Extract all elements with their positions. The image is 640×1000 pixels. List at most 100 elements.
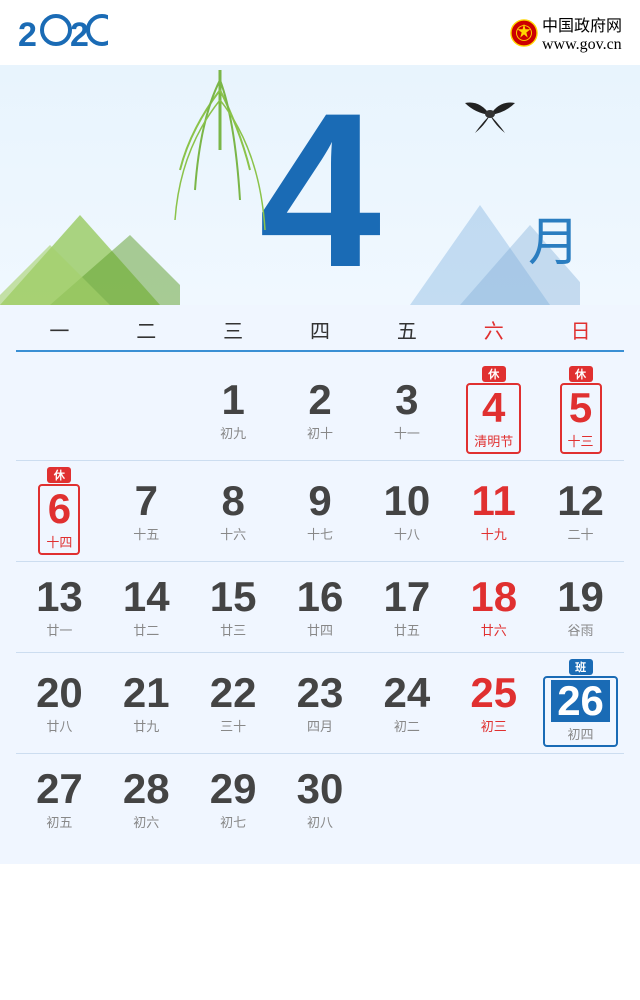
calendar-cell: 2初十 [277,360,364,460]
header-thu: 四 [277,315,364,344]
lunar-date: 廿一 [46,620,72,639]
lunar-date: 初七 [220,812,246,831]
calendar-cell: 3十一 [363,360,450,460]
lunar-date: 清明节 [474,431,513,450]
header: 2 2 中国政府网 www.gov.cn [0,0,640,65]
lunar-date: 初二 [394,716,420,735]
calendar-cell: 28 初六 [103,754,190,844]
lunar-date: 廿九 [133,716,159,735]
day-number: 13 [36,576,83,618]
lunar-date: 初十 [307,423,333,442]
calendar-cell: 14 廿二 [103,562,190,652]
lunar-date: 廿二 [133,620,159,639]
calendar-cell: 9 十七 [277,461,364,561]
calendar-cell [537,754,624,844]
gov-url: www.gov.cn [542,36,622,54]
lunar-date: 初八 [307,812,333,831]
day-number: 3 [395,379,418,421]
lunar-date: 廿五 [394,620,420,639]
day-number: 27 [36,768,83,810]
lunar-date: 初四 [568,724,594,743]
willow-decoration [160,70,280,250]
calendar-cell: 11十九 [450,461,537,561]
day-number: 9 [308,480,331,522]
calendar-cell: 18 廿六 [450,562,537,652]
calendar-cell: 22三十 [190,653,277,753]
lunar-date: 二十 [568,524,594,543]
header-fri: 五 [363,315,450,344]
month-hero: 4 月 [0,65,640,305]
lunar-date: 十九 [481,524,507,543]
day-number: 18 [470,576,517,618]
yue-char: 月 [528,200,580,275]
logo: 2 2 [18,12,108,57]
gov-branding: 中国政府网 www.gov.cn [510,12,622,54]
calendar-cell: 班 26 初四 [537,653,624,753]
calendar-cell: 7 十五 [103,461,190,561]
lunar-date: 十四 [46,532,72,551]
day-number: 1 [221,379,244,421]
holiday-badge: 休 [47,467,71,483]
calendar-cell: 20廿八 [16,653,103,753]
day-number: 7 [135,480,158,522]
calendar-grid: 1初九2初十3十一休4清明节休5十三休6十四7十五8十六9十七10十八11十九1… [16,360,624,844]
day-headers: 一 二 三 四 五 六 日 [16,305,624,352]
lunar-date: 初六 [133,812,159,831]
lunar-date: 初五 [46,812,72,831]
lunar-date: 廿八 [46,716,72,735]
lunar-date: 廿三 [220,620,246,639]
day-number: 10 [383,480,430,522]
calendar-cell: 休 6 十四 [16,461,103,561]
calendar-cell [450,754,537,844]
mountain-decoration-left [0,185,180,305]
svg-text:2: 2 [18,16,37,52]
lunar-date: 十七 [307,524,333,543]
header-tue: 二 [103,315,190,344]
calendar-cell: 10十八 [363,461,450,561]
day-number: 26 [551,680,610,722]
header-wed: 三 [190,315,277,344]
calendar-cell: 13 廿一 [16,562,103,652]
day-number: 14 [123,576,170,618]
work-badge: 班 [569,659,593,675]
national-emblem [510,19,538,47]
holiday-badge: 休 [569,366,593,382]
lunar-date: 廿六 [481,620,507,639]
calendar-cell: 15廿三 [190,562,277,652]
lunar-date: 谷雨 [568,620,594,639]
calendar-wrapper: 一 二 三 四 五 六 日 1初九2初十3十一休4清明节休5十三休6十四7十五8… [0,305,640,864]
day-number: 6 [48,488,71,530]
calendar-cell: 休4清明节 [450,360,537,460]
calendar-cell: 25初三 [450,653,537,753]
header-mon: 一 [16,315,103,344]
day-number: 29 [210,768,257,810]
calendar-cell: 1初九 [190,360,277,460]
day-number: 23 [297,672,344,714]
calendar-cell: 29 初七 [190,754,277,844]
swallow-decoration [460,95,520,135]
calendar-cell: 27 初五 [16,754,103,844]
svg-text:2: 2 [70,16,89,52]
lunar-date: 十五 [133,524,159,543]
lunar-date: 十三 [568,431,594,450]
day-number: 22 [210,672,257,714]
calendar-cell: 23 四月 [277,653,364,753]
calendar-cell: 16 廿四 [277,562,364,652]
calendar-cell [16,360,103,460]
day-number: 19 [557,576,604,618]
day-number: 25 [470,672,517,714]
calendar-cell: 17廿五 [363,562,450,652]
lunar-date: 廿四 [307,620,333,639]
day-number: 24 [383,672,430,714]
header-sun: 日 [537,315,624,344]
calendar-cell: 休 5 十三 [537,360,624,460]
day-number: 16 [297,576,344,618]
header-sat: 六 [450,315,537,344]
day-number: 28 [123,768,170,810]
day-number: 8 [221,480,244,522]
day-number: 5 [569,387,592,429]
day-number: 21 [123,672,170,714]
day-number: 4 [482,387,505,429]
lunar-date: 四月 [307,716,333,735]
calendar-cell: 12二十 [537,461,624,561]
